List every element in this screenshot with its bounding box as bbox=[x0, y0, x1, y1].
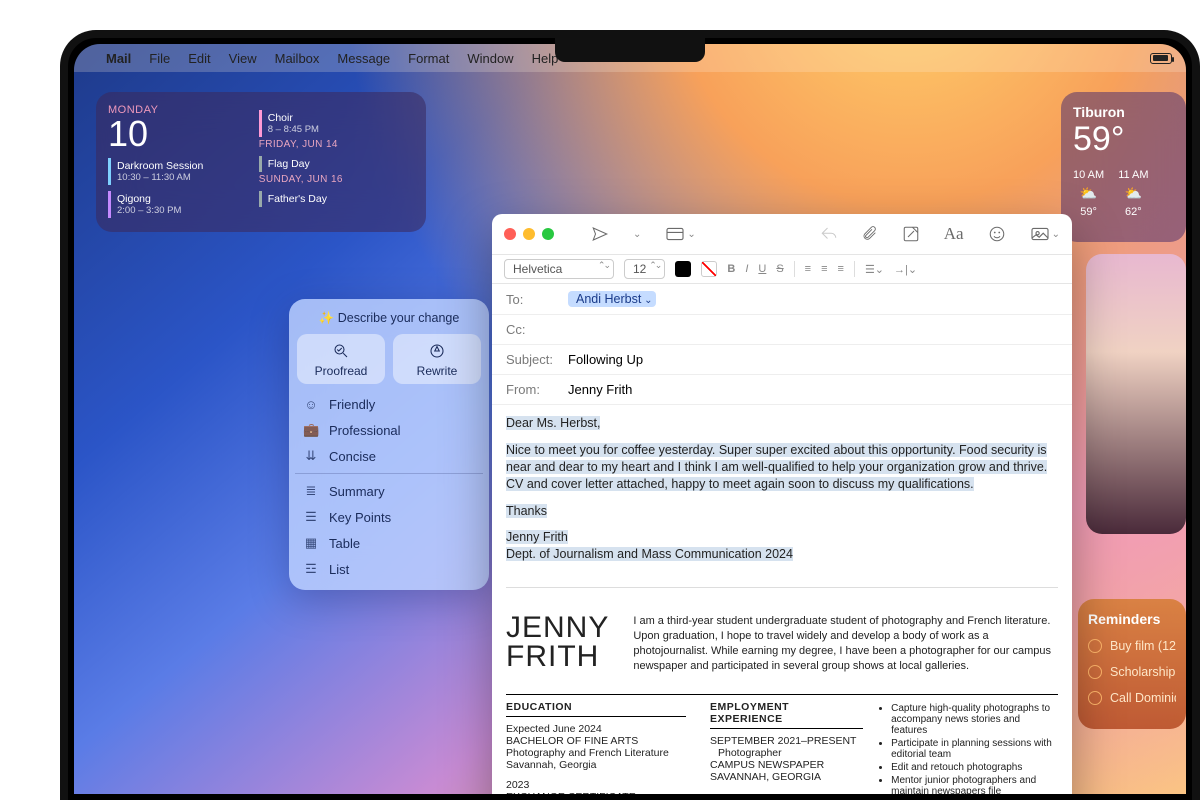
calendar-date-header: SUNDAY, JUN 16 bbox=[259, 174, 414, 185]
attach-button[interactable] bbox=[862, 225, 878, 243]
markup-button[interactable] bbox=[902, 225, 920, 243]
menu-format[interactable]: Format bbox=[408, 51, 449, 66]
message-body[interactable]: Dear Ms. Herbst, Nice to meet you for co… bbox=[492, 405, 1072, 794]
compress-icon: ⇊ bbox=[303, 448, 319, 464]
calendar-event: Flag Day bbox=[259, 156, 414, 172]
calendar-day-number: 10 bbox=[108, 116, 249, 152]
transform-list[interactable]: ☲List bbox=[297, 556, 481, 582]
briefcase-icon: 💼 bbox=[303, 422, 319, 438]
reminders-widget[interactable]: Reminders Buy film (120) Scholarship app… bbox=[1078, 599, 1186, 729]
send-button[interactable] bbox=[591, 225, 609, 243]
strike-button[interactable]: S bbox=[776, 263, 783, 275]
menu-mailbox[interactable]: Mailbox bbox=[275, 51, 320, 66]
titlebar: ⌄ ⌄ Aa ⌄ bbox=[492, 214, 1072, 254]
rewrite-icon bbox=[428, 342, 446, 360]
menu-edit[interactable]: Edit bbox=[188, 51, 210, 66]
app-menu[interactable]: Mail bbox=[106, 51, 131, 66]
smile-icon: ☺ bbox=[303, 397, 319, 412]
reminder-item[interactable]: Call Dominique bbox=[1088, 691, 1176, 705]
photo-button[interactable]: ⌄ bbox=[1030, 226, 1060, 242]
resume-attachment: JENNY FRITH I am a third-year student un… bbox=[506, 587, 1058, 673]
reminder-item[interactable]: Buy film (120) bbox=[1088, 639, 1176, 653]
calendar-widget[interactable]: MONDAY 10 Darkroom Session10:30 – 11:30 … bbox=[96, 92, 426, 232]
list-menu[interactable]: ☰⌄ bbox=[865, 263, 884, 276]
from-field[interactable]: From: Jenny Frith bbox=[492, 375, 1072, 405]
magnify-check-icon bbox=[332, 342, 350, 360]
calendar-event: Father's Day bbox=[259, 191, 414, 207]
recipient-pill[interactable]: Andi Herbst bbox=[568, 291, 656, 307]
photo-widget[interactable] bbox=[1086, 254, 1186, 534]
key-points-icon: ☰ bbox=[303, 509, 319, 525]
tone-friendly[interactable]: ☺Friendly bbox=[297, 392, 481, 417]
zoom-button[interactable] bbox=[542, 228, 554, 240]
calendar-event: Qigong2:00 – 3:30 PM bbox=[108, 191, 249, 218]
calendar-event: Choir8 – 8:45 PM bbox=[259, 110, 414, 137]
transform-keypoints[interactable]: ☰Key Points bbox=[297, 504, 481, 530]
compose-window: ⌄ ⌄ Aa ⌄ Helvetica 12 B I U bbox=[492, 214, 1072, 794]
text-color[interactable] bbox=[675, 261, 691, 277]
indent-menu[interactable]: →|⌄ bbox=[894, 263, 917, 276]
proofread-button[interactable]: Proofread bbox=[297, 334, 385, 384]
weather-widget[interactable]: Tiburon 59° 10 AM⛅59° 11 AM⛅62° bbox=[1061, 92, 1186, 242]
tone-professional[interactable]: 💼Professional bbox=[297, 417, 481, 443]
reminder-item[interactable]: Scholarship app bbox=[1088, 665, 1176, 679]
close-button[interactable] bbox=[504, 228, 516, 240]
format-bar: Helvetica 12 B I U S ≡ ≡ ≡ ☰⌄ →|⌄ bbox=[492, 254, 1072, 284]
weather-temp: 59° bbox=[1073, 120, 1174, 159]
list-icon: ☲ bbox=[303, 561, 319, 577]
send-later-dropdown[interactable]: ⌄ bbox=[633, 229, 641, 240]
transform-summary[interactable]: ≣Summary bbox=[297, 478, 481, 504]
menu-message[interactable]: Message bbox=[337, 51, 390, 66]
weather-location: Tiburon bbox=[1073, 104, 1174, 120]
writing-tools-popover: Describe your change Proofread Rewrite ☺… bbox=[289, 299, 489, 590]
tone-concise[interactable]: ⇊Concise bbox=[297, 443, 481, 469]
font-select[interactable]: Helvetica bbox=[504, 259, 614, 279]
describe-change-field[interactable]: Describe your change bbox=[297, 307, 481, 334]
bg-color[interactable] bbox=[701, 261, 717, 277]
cc-field[interactable]: Cc: bbox=[492, 315, 1072, 345]
minimize-button[interactable] bbox=[523, 228, 535, 240]
calendar-date-header: FRIDAY, JUN 14 bbox=[259, 139, 414, 150]
transform-table[interactable]: ▦Table bbox=[297, 530, 481, 556]
align-center[interactable]: ≡ bbox=[821, 263, 827, 275]
underline-button[interactable]: U bbox=[758, 263, 766, 275]
size-select[interactable]: 12 bbox=[624, 259, 665, 279]
battery-icon bbox=[1150, 53, 1172, 64]
menu-window[interactable]: Window bbox=[467, 51, 513, 66]
to-field[interactable]: To: Andi Herbst bbox=[492, 284, 1072, 315]
reminders-title: Reminders bbox=[1088, 611, 1176, 627]
align-right[interactable]: ≡ bbox=[838, 263, 844, 275]
header-fields-button[interactable]: ⌄ bbox=[665, 226, 695, 242]
rewrite-button[interactable]: Rewrite bbox=[393, 334, 481, 384]
menu-view[interactable]: View bbox=[229, 51, 257, 66]
calendar-event: Darkroom Session10:30 – 11:30 AM bbox=[108, 158, 249, 185]
reply-button[interactable] bbox=[820, 225, 838, 243]
subject-field[interactable]: Subject: Following Up bbox=[492, 345, 1072, 375]
summary-icon: ≣ bbox=[303, 483, 319, 499]
bold-button[interactable]: B bbox=[727, 263, 735, 275]
align-left[interactable]: ≡ bbox=[805, 263, 811, 275]
weather-hourly: 10 AM⛅59° 11 AM⛅62° bbox=[1073, 169, 1174, 218]
emoji-button[interactable] bbox=[988, 225, 1006, 243]
italic-button[interactable]: I bbox=[745, 263, 748, 275]
format-button[interactable]: Aa bbox=[944, 224, 964, 244]
table-icon: ▦ bbox=[303, 535, 319, 551]
menu-file[interactable]: File bbox=[149, 51, 170, 66]
